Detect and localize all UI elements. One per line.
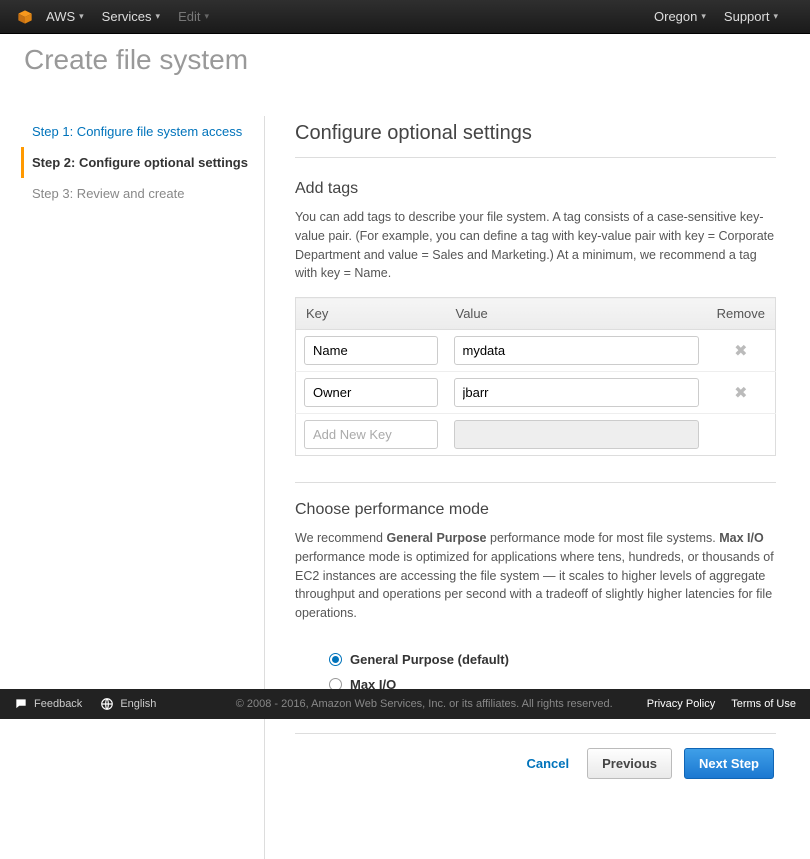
remove-tag-icon[interactable]: ✖	[734, 341, 747, 361]
chevron-down-icon: ▾	[156, 11, 161, 22]
main-panel: Configure optional settings Add tags You…	[264, 116, 786, 859]
tags-col-value: Value	[446, 298, 707, 330]
remove-tag-icon[interactable]: ✖	[734, 383, 747, 403]
perf-heading: Choose performance mode	[295, 501, 776, 519]
speech-bubble-icon	[14, 697, 28, 711]
tags-description: You can add tags to describe your file s…	[295, 208, 776, 283]
footer-bar: Feedback English © 2008 - 2016, Amazon W…	[0, 689, 810, 719]
step-3: Step 3: Review and create	[24, 178, 254, 209]
next-step-button[interactable]: Next Step	[684, 748, 774, 779]
tag-new-key-input[interactable]	[304, 420, 438, 449]
cancel-link[interactable]: Cancel	[526, 756, 569, 771]
chevron-down-icon: ▾	[204, 11, 209, 22]
tags-table: Key Value Remove ✖ ✖	[295, 297, 776, 456]
action-bar: Cancel Previous Next Step	[295, 733, 776, 779]
tags-col-key: Key	[296, 298, 446, 330]
page-title: Create file system	[24, 44, 810, 76]
tag-new-value-input	[454, 420, 699, 449]
aws-logo-icon	[14, 6, 36, 28]
tags-col-remove: Remove	[707, 298, 776, 330]
terms-link[interactable]: Terms of Use	[731, 698, 796, 710]
perf-description: We recommend General Purpose performance…	[295, 529, 776, 623]
feedback-link[interactable]: Feedback	[14, 697, 82, 711]
chevron-down-icon: ▾	[701, 11, 706, 22]
privacy-link[interactable]: Privacy Policy	[647, 698, 715, 710]
tag-value-input[interactable]	[454, 336, 699, 365]
perf-option-general[interactable]: General Purpose (default)	[329, 647, 776, 672]
nav-edit[interactable]: Edit▾	[178, 9, 209, 24]
tag-key-input[interactable]	[304, 336, 438, 365]
nav-services[interactable]: Services▾	[102, 9, 160, 24]
radio-icon	[329, 653, 342, 666]
main-heading: Configure optional settings	[295, 116, 776, 158]
step-2[interactable]: Step 2: Configure optional settings	[21, 147, 254, 178]
language-selector[interactable]: English	[100, 697, 156, 711]
chevron-down-icon: ▾	[79, 11, 84, 22]
nav-brand[interactable]: AWS▾	[46, 9, 84, 24]
tag-key-input[interactable]	[304, 378, 438, 407]
nav-region[interactable]: Oregon▾	[654, 9, 706, 24]
copyright-text: © 2008 - 2016, Amazon Web Services, Inc.…	[236, 698, 613, 710]
table-row: ✖	[296, 372, 776, 414]
step-1[interactable]: Step 1: Configure file system access	[24, 116, 254, 147]
table-row: ✖	[296, 330, 776, 372]
globe-icon	[100, 697, 114, 711]
table-row	[296, 414, 776, 456]
tag-value-input[interactable]	[454, 378, 699, 407]
tags-heading: Add tags	[295, 180, 776, 198]
previous-button[interactable]: Previous	[587, 748, 672, 779]
wizard-steps-sidebar: Step 1: Configure file system access Ste…	[24, 116, 264, 859]
nav-support[interactable]: Support▾	[724, 9, 778, 24]
section-divider	[295, 482, 776, 483]
chevron-down-icon: ▾	[773, 11, 778, 22]
top-nav: AWS▾ Services▾ Edit▾ Oregon▾ Support▾	[0, 0, 810, 34]
radio-label: General Purpose (default)	[350, 652, 509, 667]
